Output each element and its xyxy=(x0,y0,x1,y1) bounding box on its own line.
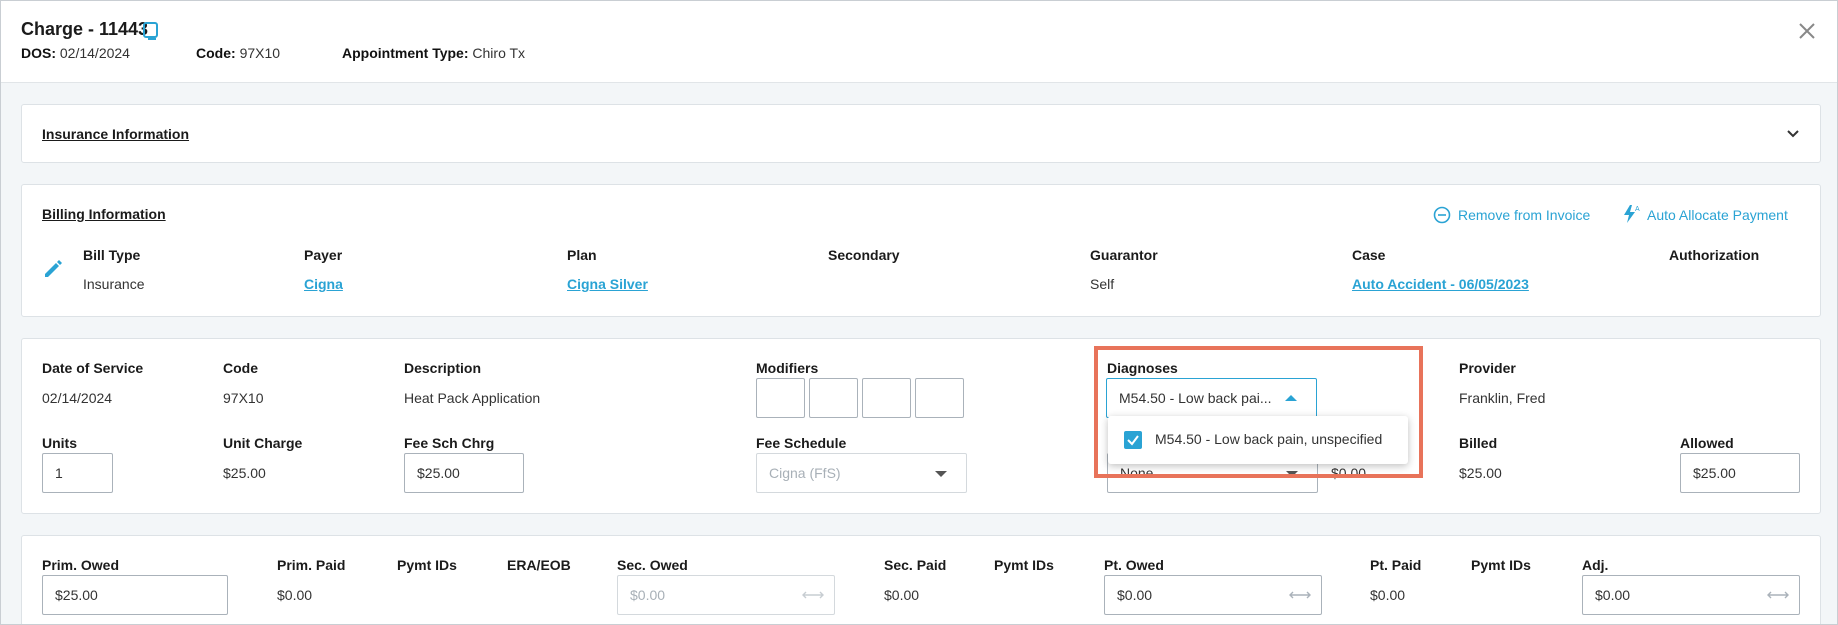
check-icon xyxy=(1127,435,1139,446)
pymt-ids-label-1: Pymt IDs xyxy=(397,557,457,573)
payer-link[interactable]: Cigna xyxy=(304,276,343,292)
page-title: Charge - 11443 xyxy=(21,19,149,39)
pymt-ids-label-2: Pymt IDs xyxy=(994,557,1054,573)
minus-circle-icon[interactable] xyxy=(1433,206,1451,224)
code-value: 97X10 xyxy=(223,390,264,406)
auto-allocate-payment-button[interactable]: Auto Allocate Payment xyxy=(1647,207,1788,223)
units-input[interactable]: 1 xyxy=(42,453,113,493)
caret-up-icon xyxy=(1285,395,1297,401)
svg-text:A: A xyxy=(1635,206,1640,213)
authorization-label: Authorization xyxy=(1669,247,1760,263)
prim-paid-value: $0.00 xyxy=(277,587,313,603)
provider-label: Provider xyxy=(1459,360,1516,376)
chevron-down-icon[interactable] xyxy=(1786,127,1800,141)
pt-owed-value: $0.00 xyxy=(1117,587,1153,603)
allowed-input[interactable]: $25.00 xyxy=(1680,453,1800,493)
modifier-input-3[interactable] xyxy=(862,378,911,418)
modifier-input-4[interactable] xyxy=(915,378,964,418)
hidden-amount-value: $0.00 xyxy=(1331,465,1367,481)
fee-schedule-value: Cigna (FfS) xyxy=(769,465,841,481)
charge-modal: Charge - 11443 DOS: 02/14/2024 Code: 97X… xyxy=(0,0,1838,625)
charge-details-section: Date of Service 02/14/2024 Code 97X10 De… xyxy=(21,338,1821,514)
diagnosis-checkbox[interactable] xyxy=(1124,431,1142,449)
description-label: Description xyxy=(404,360,482,376)
diagnoses-label: Diagnoses xyxy=(1107,360,1178,376)
insurance-information-section[interactable]: Insurance Information xyxy=(21,104,1821,163)
plan-link[interactable]: Cigna Silver xyxy=(567,276,648,292)
sec-owed-input[interactable]: $0.00 xyxy=(617,575,835,615)
sec-paid-label: Sec. Paid xyxy=(884,557,947,573)
fee-schedule-select[interactable]: Cigna (FfS) xyxy=(756,453,967,493)
unit-charge-value: $25.00 xyxy=(223,465,266,481)
diagnoses-dropdown: M54.50 - Low back pain, unspecified xyxy=(1108,416,1408,464)
code-label: Code xyxy=(223,360,258,376)
pt-owed-input[interactable]: $0.00 xyxy=(1104,575,1322,615)
modifiers-label: Modifiers xyxy=(756,360,819,376)
pencil-icon[interactable] xyxy=(42,258,64,280)
pt-paid-value: $0.00 xyxy=(1370,587,1406,603)
header-code: Code: 97X10 xyxy=(196,45,281,61)
secondary-label: Secondary xyxy=(828,247,900,263)
fee-sch-chrg-input[interactable]: $25.00 xyxy=(404,453,524,493)
modifier-input-2[interactable] xyxy=(809,378,858,418)
sec-owed-value: $0.00 xyxy=(630,587,666,603)
payer-label: Payer xyxy=(304,247,343,263)
case-link[interactable]: Auto Accident - 06/05/2023 xyxy=(1352,276,1529,292)
diagnosis-option-label: M54.50 - Low back pain, unspecified xyxy=(1155,431,1383,447)
payments-section: Prim. Owed $25.00 Prim. Paid $0.00 Pymt … xyxy=(21,535,1821,624)
bill-type-value: Insurance xyxy=(83,276,145,292)
bill-type-label: Bill Type xyxy=(83,247,141,263)
copy-icon[interactable] xyxy=(142,21,160,41)
modifier-input-1[interactable] xyxy=(756,378,805,418)
date-of-service-label: Date of Service xyxy=(42,360,144,376)
diagnoses-select[interactable]: M54.50 - Low back pai... xyxy=(1106,378,1317,418)
diagnoses-option[interactable]: M54.50 - Low back pain, unspecified xyxy=(1108,416,1408,464)
billing-information-title: Billing Information xyxy=(42,206,166,222)
provider-value: Franklin, Fred xyxy=(1459,390,1546,406)
guarantor-label: Guarantor xyxy=(1090,247,1158,263)
modal-header: Charge - 11443 DOS: 02/14/2024 Code: 97X… xyxy=(1,1,1837,83)
prim-paid-label: Prim. Paid xyxy=(277,557,346,573)
fee-schedule-label: Fee Schedule xyxy=(756,435,847,451)
units-label: Units xyxy=(42,435,77,451)
transfer-icon[interactable] xyxy=(802,590,824,600)
diagnoses-selected-value: M54.50 - Low back pai... xyxy=(1119,390,1272,406)
fee-sch-chrg-label: Fee Sch Chrg xyxy=(404,435,495,451)
lightning-icon[interactable]: A xyxy=(1621,204,1641,224)
pt-paid-label: Pt. Paid xyxy=(1370,557,1422,573)
sec-paid-value: $0.00 xyxy=(884,587,920,603)
description-value: Heat Pack Application xyxy=(404,390,541,406)
date-of-service-value: 02/14/2024 xyxy=(42,390,113,406)
prim-owed-label: Prim. Owed xyxy=(42,557,120,573)
prim-owed-input[interactable]: $25.00 xyxy=(42,575,228,615)
era-eob-label: ERA/EOB xyxy=(507,557,571,573)
billed-value: $25.00 xyxy=(1459,465,1502,481)
pt-owed-label: Pt. Owed xyxy=(1104,557,1164,573)
billing-information-section: Billing Information Remove from Invoice … xyxy=(21,184,1821,317)
adj-label: Adj. xyxy=(1582,557,1609,573)
allowed-label: Allowed xyxy=(1680,435,1734,451)
close-icon[interactable] xyxy=(1797,21,1817,41)
sec-owed-label: Sec. Owed xyxy=(617,557,688,573)
hidden-select-value: None xyxy=(1120,465,1154,481)
pymt-ids-label-3: Pymt IDs xyxy=(1471,557,1531,573)
billed-label: Billed xyxy=(1459,435,1498,451)
transfer-icon[interactable] xyxy=(1289,590,1311,600)
transfer-icon[interactable] xyxy=(1767,590,1789,600)
header-appointment-type: Appointment Type: Chiro Tx xyxy=(342,45,526,61)
plan-label: Plan xyxy=(567,247,597,263)
unit-charge-label: Unit Charge xyxy=(223,435,303,451)
case-label: Case xyxy=(1352,247,1386,263)
guarantor-value: Self xyxy=(1090,276,1115,292)
caret-down-icon xyxy=(1286,471,1298,477)
insurance-information-title[interactable]: Insurance Information xyxy=(42,126,189,142)
remove-from-invoice-button[interactable]: Remove from Invoice xyxy=(1458,207,1590,223)
adj-input[interactable]: $0.00 xyxy=(1582,575,1800,615)
caret-down-icon xyxy=(935,471,947,477)
header-dos: DOS: 02/14/2024 xyxy=(21,45,130,61)
adj-value: $0.00 xyxy=(1595,587,1631,603)
